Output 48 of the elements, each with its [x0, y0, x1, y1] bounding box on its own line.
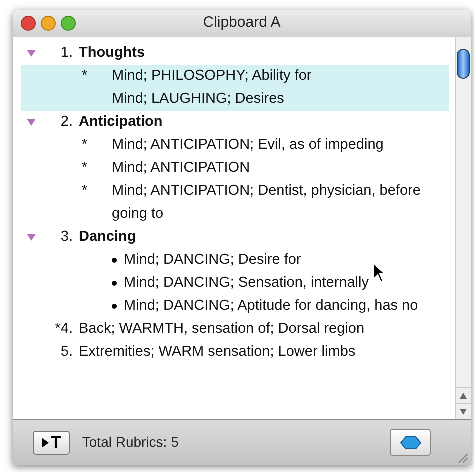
rubric-number: 2.	[60, 113, 74, 132]
disclosure-triangle[interactable]	[26, 119, 36, 126]
entry-text: Mind; LAUGHING; Desires	[112, 90, 284, 109]
close-button[interactable]	[21, 16, 36, 31]
entry-text: Mind; DANCING; Aptitude for dancing, has no	[124, 297, 418, 316]
resize-grip[interactable]	[457, 452, 469, 464]
minimize-button[interactable]	[41, 16, 56, 31]
zoom-button[interactable]	[61, 16, 76, 31]
entry-text: Mind; PHILOSOPHY; Ability for	[112, 67, 312, 86]
scroll-thumb[interactable]	[457, 49, 470, 79]
group-title: Dancing	[79, 228, 136, 247]
rubric-text: Extremities; WARM sensation; Lower limbs	[79, 343, 356, 362]
text-button[interactable]: T	[33, 430, 70, 454]
entry-marker: *	[82, 182, 89, 201]
entry-marker: *	[82, 67, 89, 86]
entry-row[interactable]: Mind; LAUGHING; Desires	[21, 88, 449, 111]
disclosure-triangle[interactable]	[26, 50, 36, 57]
rubric-text: Back; WARMTH, sensation of; Dorsal region	[79, 320, 365, 339]
window-title: Clipboard A	[203, 13, 281, 34]
rubric-number: 1.	[60, 44, 74, 63]
bullet-icon	[112, 304, 117, 309]
rubric-number: 3.	[60, 228, 74, 247]
group-title: Thoughts	[79, 44, 146, 63]
rubric-number: *4.	[54, 320, 74, 339]
hexagon-icon	[400, 436, 422, 450]
entry-row[interactable]: Mind; DANCING; Sensation, internally	[21, 272, 449, 295]
play-icon	[42, 438, 49, 448]
entry-marker: *	[82, 159, 89, 178]
rubric-number: 5.	[60, 343, 74, 362]
entry-text: Mind; ANTICIPATION	[112, 159, 250, 178]
entry-row[interactable]: Mind; DANCING; Aptitude for dancing, has no	[21, 295, 449, 318]
entry-marker: *	[82, 136, 89, 155]
entry-row[interactable]: Mind; DANCING; Desire for	[21, 249, 449, 272]
group-title: Anticipation	[79, 113, 163, 132]
entry-row[interactable]: * Mind; ANTICIPATION	[21, 157, 449, 180]
total-rubrics-label: Total Rubrics: 5	[82, 433, 179, 452]
entry-text: Mind; DANCING; Sensation, internally	[124, 274, 369, 293]
bullet-icon	[112, 281, 117, 286]
entry-row[interactable]: * Mind; PHILOSOPHY; Ability for	[21, 65, 449, 88]
sync-button[interactable]	[390, 429, 431, 456]
entry-text: Mind; ANTICIPATION; Evil, as of impeding	[112, 136, 384, 155]
bullet-icon	[112, 258, 117, 263]
entry-row[interactable]: * Mind; ANTICIPATION; Dentist, physician, before going to	[21, 180, 449, 226]
mouse-pointer-icon	[373, 263, 387, 283]
entry-row[interactable]: * Mind; ANTICIPATION; Evil, as of impeding	[21, 134, 449, 157]
entry-text: Mind; ANTICIPATION; Dentist, physician, before going to	[112, 182, 422, 224]
disclosure-triangle[interactable]	[26, 234, 36, 241]
entry-text: Mind; DANCING; Desire for	[124, 251, 302, 270]
